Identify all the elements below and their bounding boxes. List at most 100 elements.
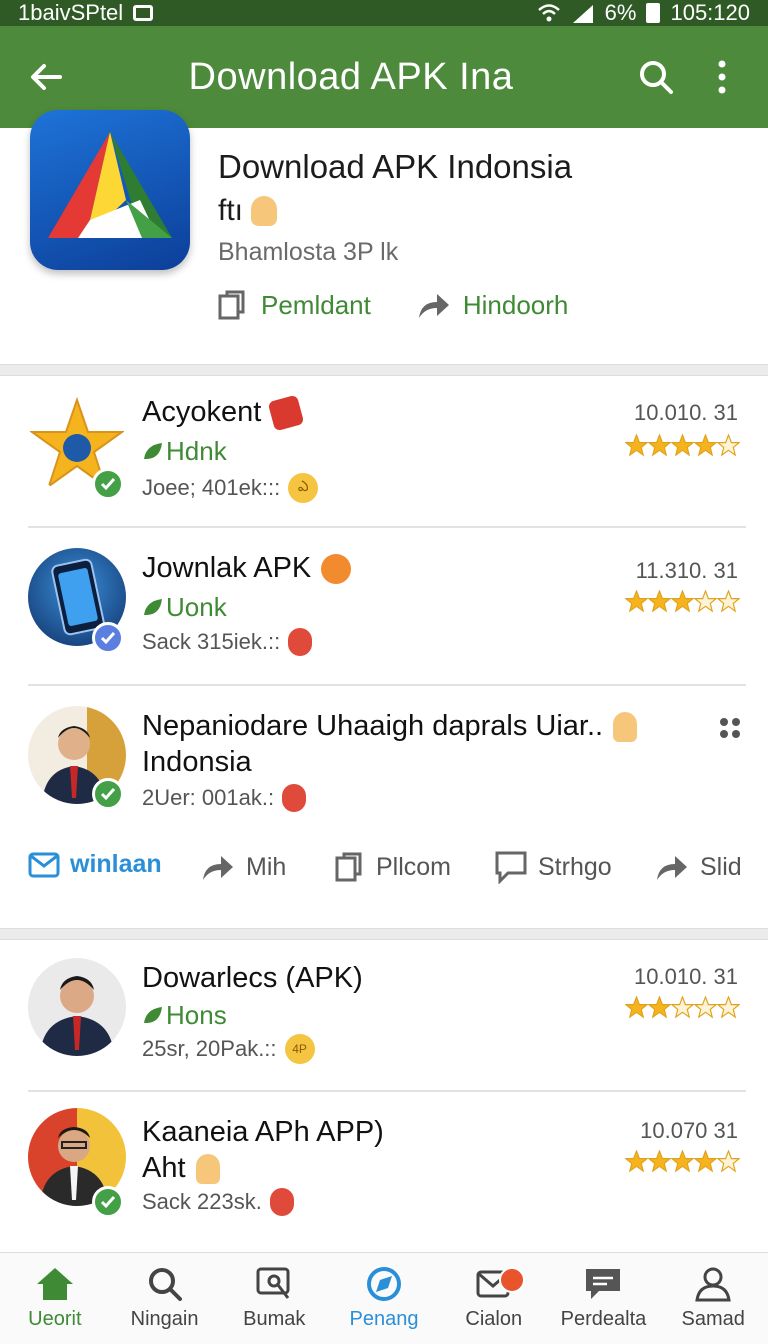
item-name-row: Kaaneia APh APP): [142, 1116, 384, 1149]
status-left-text: 1baivSPtel: [18, 0, 124, 25]
nav-bookmark[interactable]: Bumak: [219, 1253, 329, 1344]
nav-label: Perdealta: [560, 1308, 647, 1330]
search-icon: [148, 1268, 182, 1301]
list-separator: [28, 526, 746, 528]
wifi-icon: [537, 4, 560, 22]
item-tag-label: Hons: [166, 1000, 227, 1030]
app-subtitle: ftı: [218, 194, 244, 227]
item-meta-row: 2Uer: 001ak.:: [142, 784, 307, 812]
check-icon: [100, 788, 116, 801]
action-share[interactable]: Slid: [652, 850, 742, 884]
item-name-line2: Aht: [142, 1152, 186, 1184]
star-filled-icon: [671, 1150, 694, 1173]
search-button[interactable]: [632, 53, 680, 101]
nav-search[interactable]: Ningain: [110, 1253, 220, 1344]
app-header: Download APK Indonsia ftı Bhamlosta 3P l…: [0, 108, 768, 364]
share-arrow-icon: [418, 294, 449, 318]
item-name: Dowarlecs (APK): [142, 962, 363, 994]
star-filled-icon: [694, 434, 717, 457]
item-tag: Uonk: [142, 592, 227, 623]
rating-stars: [625, 590, 740, 613]
item-meta-row: 25sr, 20Pak.:: 4P: [142, 1034, 315, 1064]
section-divider: [0, 928, 768, 940]
app-bar-title: Download APK Ina: [188, 55, 514, 98]
back-button[interactable]: [22, 53, 70, 101]
red-tag-icon: [267, 394, 305, 431]
nav-chat[interactable]: Perdealta: [549, 1253, 659, 1344]
avatar: [28, 958, 126, 1056]
home-icon: [36, 1268, 73, 1300]
action-label: Mih: [246, 852, 287, 881]
item-meta-row: Joee; 401ek::: ఎ: [142, 473, 319, 503]
leaf-icon: [144, 442, 162, 459]
verified-badge: [92, 468, 124, 500]
nav-explore[interactable]: Penang: [329, 1253, 439, 1344]
item-meta: Sack 223sk.: [142, 1189, 262, 1214]
person-photo-icon: [40, 976, 114, 1056]
action-forward[interactable]: Mih: [198, 850, 286, 884]
list-item[interactable]: Dowarlecs (APK) Hons 25sr, 20Pak.:: 4P 1…: [0, 940, 768, 1090]
item-version: 11.310. 31: [635, 558, 738, 583]
rating-stars: [625, 996, 740, 1019]
app-meta: Bhamlosta 3P lk: [218, 238, 399, 266]
item-meta-row: Sack 223sk.: [142, 1188, 294, 1216]
app-subtitle-row: ftı: [218, 194, 278, 228]
hand-emoji-icon: [613, 711, 638, 742]
item-name-row: Nepaniodare Uhaaigh daprals Uiar..: [142, 710, 638, 743]
nav-inbox[interactable]: Cialon: [439, 1253, 549, 1344]
comment-icon: [495, 851, 527, 884]
battery-percent: 6%: [604, 0, 637, 25]
app-logo[interactable]: [30, 110, 190, 270]
hand-emoji-icon: [195, 1153, 220, 1184]
nav-profile[interactable]: Samad: [658, 1253, 768, 1344]
action-label: Strhgo: [538, 852, 612, 881]
hero-action-0[interactable]: Pemldant: [215, 288, 371, 322]
notification-icon: [133, 5, 154, 21]
hero-action-1[interactable]: Hindoorh: [415, 288, 569, 322]
nav-label: Cialon: [465, 1308, 523, 1330]
item-name-row: Acyokent: [142, 394, 305, 431]
item-meta: Sack 315iek.::: [142, 629, 281, 654]
star-filled-icon: [694, 1150, 717, 1173]
red-bug-icon: [269, 1188, 294, 1216]
action-copy[interactable]: Pllcom: [332, 850, 451, 884]
list-item[interactable]: Kaaneia APh APP) Aht Sack 223sk. 10.070 …: [0, 1094, 768, 1244]
item-name-row: Dowarlecs (APK): [142, 962, 363, 995]
nav-label: Samad: [681, 1308, 745, 1330]
action-comment[interactable]: Strhgo: [494, 850, 612, 884]
compass-icon: [367, 1267, 402, 1301]
chat-icon: [586, 1269, 621, 1299]
nav-home[interactable]: Ueorit: [0, 1253, 110, 1344]
app-actions: Pemldant Hindoorh: [215, 288, 568, 322]
item-name: Acyokent: [142, 396, 262, 428]
clipboard-icon: [335, 852, 362, 882]
list-item[interactable]: Nepaniodare Uhaaigh daprals Uiar.. Indon…: [0, 688, 768, 838]
list-item[interactable]: Jownlak APK Uonk Sack 315iek.:: 11.310. …: [0, 530, 768, 684]
sticker-icon: 4P: [284, 1034, 315, 1064]
action-share-mail[interactable]: winlaan: [28, 850, 162, 879]
verified-badge: [92, 778, 124, 810]
search-icon: [640, 61, 673, 94]
item-version: 10.070 31: [640, 1118, 738, 1143]
red-bug-icon: [282, 784, 307, 812]
star-filled-icon: [671, 590, 694, 613]
red-bug-icon: [288, 628, 313, 656]
item-meta: 25sr, 20Pak.::: [142, 1036, 277, 1061]
more-button[interactable]: [698, 53, 746, 101]
status-bar: 1baivSPtel 6% 105:120: [0, 0, 768, 26]
action-label: Slid: [700, 852, 742, 881]
more-dots-icon[interactable]: [718, 716, 742, 740]
star-filled-icon: [648, 1150, 671, 1173]
item-version: 10.010. 31: [634, 400, 738, 425]
hero-action-label: Hindoorh: [462, 289, 569, 320]
app-title: Download APK Indonsia: [218, 148, 573, 185]
status-time: 105:120: [670, 0, 750, 25]
list-item[interactable]: Acyokent Hdnk Joee; 401ek::: ఎ 10.010. 3…: [0, 376, 768, 526]
star-filled-icon: [648, 590, 671, 613]
rating-stars: [625, 434, 740, 457]
item-version: 10.010. 31: [634, 964, 738, 989]
check-icon: [100, 478, 116, 491]
list-separator: [28, 684, 746, 686]
check-icon: [100, 1196, 116, 1209]
leaf-icon: [144, 1006, 162, 1023]
